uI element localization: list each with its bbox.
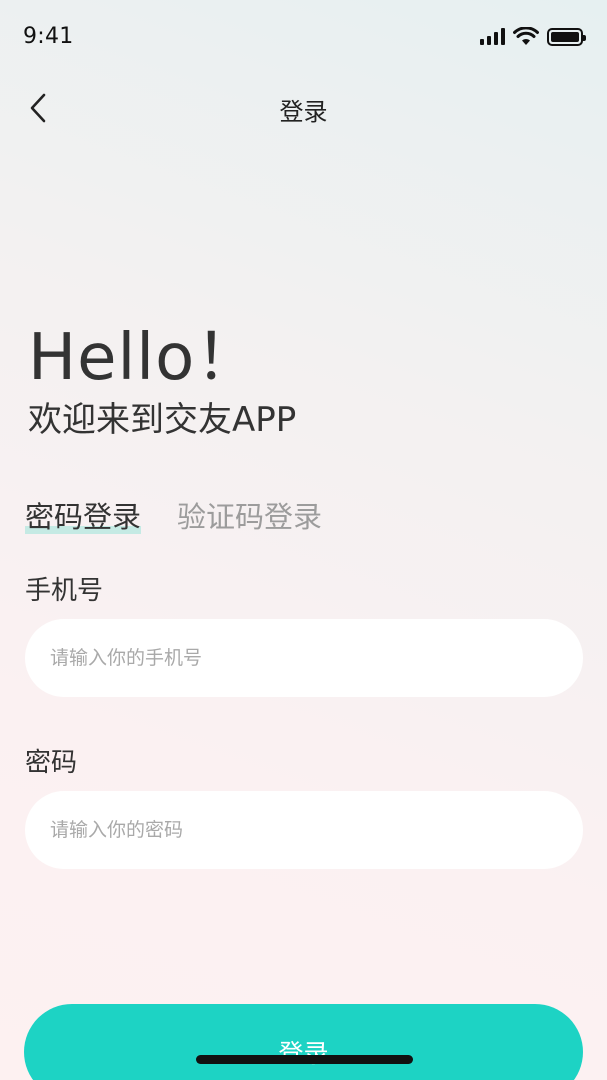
password-input[interactable] <box>50 819 583 841</box>
password-input-box <box>25 791 583 869</box>
status-icons <box>480 27 586 46</box>
phone-label: 手机号 <box>25 576 104 606</box>
page-title: 登录 <box>279 98 328 126</box>
tab-code-login[interactable]: 验证码登录 <box>177 494 322 536</box>
hello-heading: Hello！ <box>28 321 261 395</box>
home-indicator <box>196 1055 413 1064</box>
phone-input[interactable] <box>50 647 583 669</box>
battery-icon <box>547 27 586 46</box>
wifi-icon <box>513 27 539 45</box>
status-bar: 9:41 <box>0 0 607 76</box>
login-tabs: 密码登录 验证码登录 <box>25 494 322 536</box>
tab-password-login[interactable]: 密码登录 <box>25 494 142 536</box>
password-label: 密码 <box>25 748 78 778</box>
phone-input-box <box>25 619 583 697</box>
tab-label: 密码登录 <box>25 500 142 534</box>
status-time: 9:41 <box>23 24 74 49</box>
nav-bar: 登录 <box>0 80 607 136</box>
tab-label: 验证码登录 <box>177 500 323 534</box>
signal-icon <box>480 28 505 45</box>
welcome-text: 欢迎来到交友APP <box>28 400 297 440</box>
login-button[interactable]: 登录 <box>24 1004 583 1080</box>
